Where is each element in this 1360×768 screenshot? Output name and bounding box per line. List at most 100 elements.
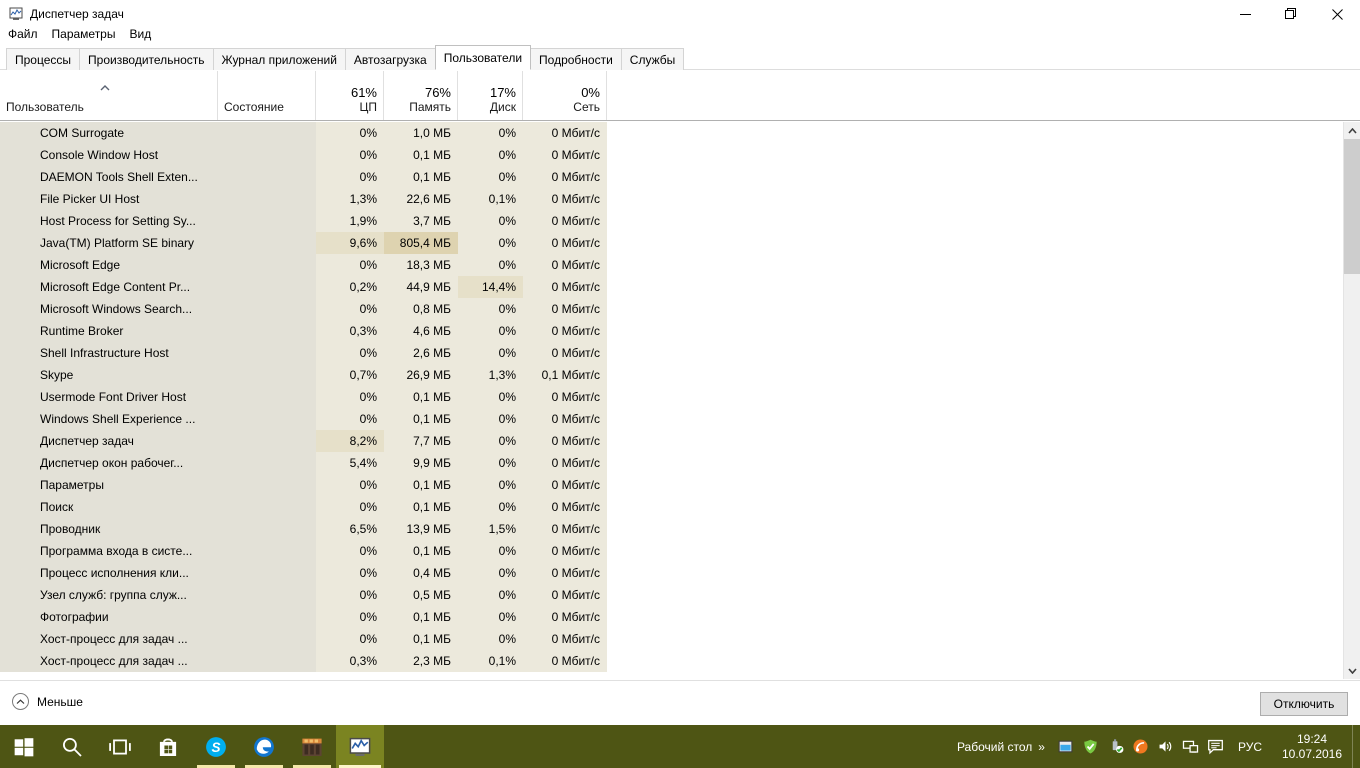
row-disk-value: 0% [458, 496, 523, 518]
tab-4[interactable]: Автозагрузка [344, 48, 436, 70]
taskbar-clock[interactable]: 19:24 10.07.2016 [1272, 725, 1352, 768]
row-memory-value: 805,4 МБ [384, 232, 458, 254]
tab-3[interactable]: Журнал приложений [212, 48, 346, 70]
row-cpu-value: 0,3% [316, 650, 384, 672]
table-row[interactable]: File Picker UI Host 1,3% 22,6 МБ 0,1% 0 Мбит… [0, 188, 1360, 210]
table-row[interactable]: Windows Shell Experience ... 0% 0,1 МБ 0% 0 … [0, 408, 1360, 430]
windows-taskbar: S Рабочий стол » РУС 19:24 10.07.2016 [0, 725, 1360, 768]
taskbar-edge-button[interactable] [240, 725, 288, 768]
language-indicator[interactable]: РУС [1228, 740, 1272, 754]
table-row[interactable]: Хост-процесс для задач ... 0% 0,1 МБ 0% 0 Мб… [0, 628, 1360, 650]
scroll-up-button[interactable] [1344, 122, 1360, 139]
tab-5[interactable]: Пользователи [434, 45, 532, 70]
table-row[interactable]: Usermode Font Driver Host 0% 0,1 МБ 0% 0 Мби… [0, 386, 1360, 408]
row-state [218, 474, 316, 496]
scrollbar-thumb[interactable] [1344, 139, 1360, 274]
row-network-value: 0 Мбит/с [523, 232, 607, 254]
table-row[interactable]: Диспетчер окон рабочег... 5,4% 9,9 МБ 0% 0 М… [0, 452, 1360, 474]
tray-orange-app-icon[interactable] [1128, 725, 1153, 768]
table-row[interactable]: Microsoft Windows Search... 0% 0,8 МБ 0% 0 М… [0, 298, 1360, 320]
row-network-value: 0 Мбит/с [523, 122, 607, 144]
menu-item-2[interactable]: Параметры [52, 24, 124, 44]
tray-overflow-button[interactable]: » [1038, 740, 1045, 754]
taskbar-minecraft-button[interactable] [288, 725, 336, 768]
column-header-memory[interactable]: 76% Память [384, 71, 458, 120]
tab-2[interactable]: Производительность [79, 48, 214, 70]
tab-7[interactable]: Службы [620, 48, 685, 70]
table-row[interactable]: Программа входа в систе... 0% 0,1 МБ 0% 0 Мб… [0, 540, 1360, 562]
tab-6[interactable]: Подробности [530, 48, 622, 70]
row-cpu-value: 1,3% [316, 188, 384, 210]
table-row[interactable]: Microsoft Edge 0% 18,3 МБ 0% 0 Мбит/с [0, 254, 1360, 276]
column-header-cpu[interactable]: 61% ЦП [316, 71, 384, 120]
column-usage-network: 0% [581, 85, 600, 100]
tray-shield-check-icon[interactable] [1078, 725, 1103, 768]
menu-item-1[interactable]: Файл [8, 24, 46, 44]
row-cpu-value: 5,4% [316, 452, 384, 474]
show-desktop-button[interactable] [1352, 725, 1360, 768]
table-row[interactable]: Поиск 0% 0,1 МБ 0% 0 Мбит/с [0, 496, 1360, 518]
row-memory-value: 26,9 МБ [384, 364, 458, 386]
table-row[interactable]: Хост-процесс для задач ... 0,3% 2,3 МБ 0,1%… [0, 650, 1360, 672]
table-row[interactable]: C:\Console Window Host0%0,1 МБ0%0 Мбит/с [0, 144, 1360, 166]
row-cpu-value: 0% [316, 122, 384, 144]
row-process-name: Java(TM) Platform SE binary [0, 232, 218, 254]
column-label-memory: Память [409, 100, 451, 114]
row-network-value: 0 Мбит/с [523, 166, 607, 188]
taskbar-store-button[interactable] [144, 725, 192, 768]
tab-1[interactable]: Процессы [6, 48, 81, 70]
user-process-list[interactable]: COM Surrogate0%1,0 МБ0%0 Мбит/сC:\Consol… [0, 122, 1360, 679]
column-header-network[interactable]: 0% Сеть [523, 71, 607, 120]
table-row[interactable]: Проводник 6,5% 13,9 МБ 1,5% 0 Мбит/с [0, 518, 1360, 540]
tray-action-center-icon[interactable] [1203, 725, 1228, 768]
row-state [218, 276, 316, 298]
show-desktop-label[interactable]: Рабочий стол [957, 740, 1032, 754]
row-cpu-value: 0% [316, 408, 384, 430]
vertical-scrollbar[interactable] [1343, 122, 1360, 679]
column-label-network: Сеть [573, 100, 600, 114]
table-row[interactable]: Host Process for Setting Sy... 1,9% 3,7 МБ… [0, 210, 1360, 232]
table-row[interactable]: Процесс исполнения кли... 0% 0,4 МБ 0% 0 Мби… [0, 562, 1360, 584]
row-cpu-value: 0% [316, 386, 384, 408]
tab-bar: Процессы Производительность Журнал приложе… [0, 45, 1360, 70]
row-process-name: Параметры [0, 474, 218, 496]
scroll-down-button[interactable] [1344, 662, 1360, 679]
tray-usb-safe-remove-icon[interactable] [1103, 725, 1128, 768]
table-row[interactable]: Shell Infrastructure Host 0% 2,6 МБ 0% 0 Мби… [0, 342, 1360, 364]
row-memory-value: 0,1 МБ [384, 474, 458, 496]
column-header-user[interactable]: Пользователь [0, 71, 218, 120]
row-disk-value: 14,4% [458, 276, 523, 298]
column-header-disk[interactable]: 17% Диск [458, 71, 523, 120]
table-row[interactable]: COM Surrogate 0% 1,0 МБ 0% 0 Мбит/с [0, 122, 1360, 144]
taskbar-start-button[interactable] [0, 725, 48, 768]
table-row[interactable]: Параметры 0% 0,1 МБ 0% 0 Мбит/с [0, 474, 1360, 496]
taskbar-search-button[interactable] [48, 725, 96, 768]
row-cpu-value: 0% [316, 628, 384, 650]
row-disk-value: 0% [458, 298, 523, 320]
table-row[interactable]: Microsoft Edge Content Pr... 0,2% 44,9 МБ 1… [0, 276, 1360, 298]
table-row[interactable]: Java(TM) Platform SE binary 9,6% 805,4 МБ 0… [0, 232, 1360, 254]
table-row[interactable]: Runtime Broker 0,3% 4,6 МБ 0% 0 Мбит/с [0, 320, 1360, 342]
tray-volume-icon[interactable] [1153, 725, 1178, 768]
row-state [218, 430, 316, 452]
row-process-name: Skype [0, 364, 218, 386]
row-state [218, 584, 316, 606]
table-row[interactable]: Фотографии 0% 0,1 МБ 0% 0 Мбит/с [0, 606, 1360, 628]
taskbar-task-manager-button[interactable] [336, 725, 384, 768]
table-row[interactable]: Узел служб: группа служ... 0% 0,5 МБ 0% 0 Мб… [0, 584, 1360, 606]
table-row[interactable]: Диспетчер задач 8,2% 7,7 МБ 0% 0 Мбит/с [0, 430, 1360, 452]
taskbar-skype-button[interactable]: S [192, 725, 240, 768]
fewer-details-button[interactable]: Меньше [12, 693, 83, 710]
tray-display-icon[interactable] [1053, 725, 1078, 768]
tray-network-icon[interactable] [1178, 725, 1203, 768]
row-cpu-value: 1,9% [316, 210, 384, 232]
taskbar-task-view-button[interactable] [96, 725, 144, 768]
row-state [218, 628, 316, 650]
table-row[interactable]: SSkype0,7%26,9 МБ1,3%0,1 Мбит/с [0, 364, 1360, 386]
column-header-state[interactable]: Состояние [218, 71, 316, 120]
table-row[interactable]: DAEMON Tools Shell Exten... 0% 0,1 МБ 0% 0 М… [0, 166, 1360, 188]
search-icon [60, 735, 84, 759]
menu-item-3[interactable]: Вид [129, 24, 159, 44]
row-memory-value: 0,1 МБ [384, 540, 458, 562]
end-task-button[interactable]: Отключить [1260, 692, 1348, 716]
